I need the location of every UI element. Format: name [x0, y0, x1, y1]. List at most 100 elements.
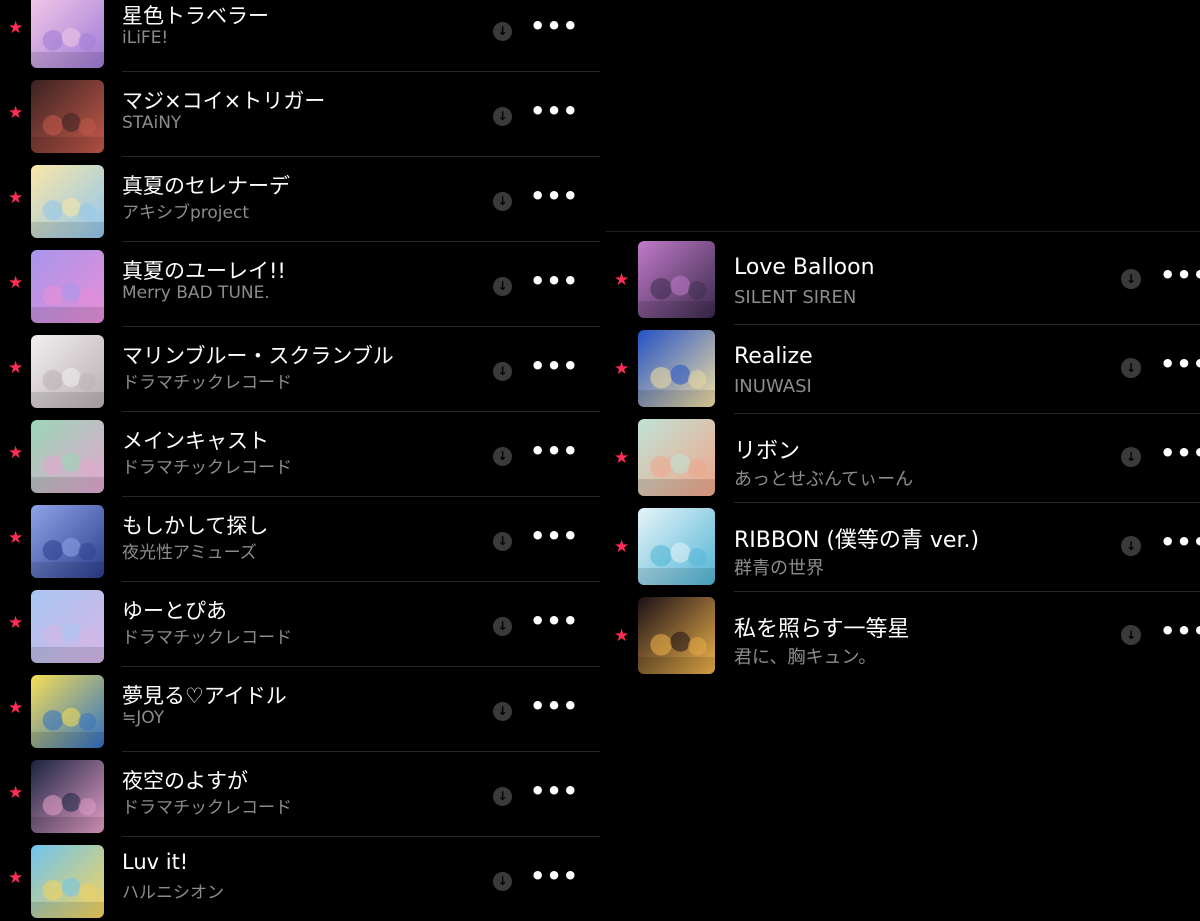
album-artwork	[31, 165, 104, 238]
song-row[interactable]: ★ メインキャストドラマチックレコード ↓ •••	[0, 411, 600, 497]
more-options-button[interactable]: •••	[530, 267, 579, 295]
artist-name: アキシブproject	[122, 203, 250, 223]
song-row[interactable]: ★ 星色トラベラー iLiFE! ↓ •••	[0, 0, 600, 72]
artist-name: iLiFE!	[122, 28, 169, 48]
download-icon[interactable]: ↓	[1121, 447, 1141, 467]
download-icon[interactable]: ↓	[1121, 536, 1141, 556]
more-options-button[interactable]: •••	[530, 692, 579, 720]
download-icon[interactable]: ↓	[1121, 358, 1141, 378]
artist-name: 群青の世界	[734, 558, 824, 579]
song-title: マリンブルー・スクランブル	[122, 344, 394, 368]
song-title: RIBBON (僕等の青 ver.)	[734, 528, 980, 553]
artist-name: 夜光性アミューズ	[122, 543, 257, 563]
more-options-button[interactable]: •••	[530, 437, 579, 465]
more-options-button[interactable]: •••	[1160, 439, 1200, 467]
star-icon: ★	[8, 698, 24, 718]
song-row[interactable]: ★ 私を照らす一等星君に、胸キュン。 ↓ •••	[606, 593, 1200, 682]
star-icon: ★	[614, 537, 630, 557]
row-divider	[734, 324, 1200, 325]
more-options-button[interactable]: •••	[530, 182, 579, 210]
more-options-button[interactable]: •••	[1160, 350, 1200, 378]
song-title: 夜空のよすが	[122, 769, 248, 793]
artist-name: ドラマチックレコード	[122, 458, 292, 478]
more-options-button[interactable]: •••	[1160, 528, 1200, 556]
album-artwork	[638, 241, 715, 318]
album-artwork	[31, 760, 104, 833]
more-options-button[interactable]: •••	[530, 862, 579, 890]
star-icon: ★	[614, 448, 630, 468]
song-title: 真夏のセレナーデ	[122, 174, 290, 198]
song-row[interactable]: ★ 真夏のユーレイ!! Merry BAD TUNE. ↓ •••	[0, 241, 600, 327]
more-options-button[interactable]: •••	[530, 97, 579, 125]
album-artwork	[638, 419, 715, 496]
download-icon[interactable]: ↓	[493, 702, 512, 721]
more-options-button[interactable]: •••	[530, 12, 579, 40]
song-title: 星色トラベラー	[122, 4, 269, 28]
list-top-divider	[606, 231, 1200, 232]
artist-name: あっとせぶんてぃーん	[734, 469, 914, 490]
song-row[interactable]: ★ ゆーとぴあ ドラマチックレコード ↓ •••	[0, 581, 600, 667]
song-row[interactable]: ★ RIBBON (僕等の青 ver.) 群青の世界 ↓ •••	[606, 504, 1200, 593]
song-row[interactable]: ★ 夜空のよすが ドラマチックレコード ↓ •••	[0, 751, 600, 837]
album-artwork	[31, 250, 104, 323]
song-row[interactable]: ★ 真夏のセレナーデアキシブproject ↓ •••	[0, 156, 600, 242]
download-icon[interactable]: ↓	[493, 107, 512, 126]
download-icon[interactable]: ↓	[493, 447, 512, 466]
artist-name: ≒JOY	[122, 708, 165, 728]
album-artwork	[638, 597, 715, 674]
download-icon[interactable]: ↓	[493, 787, 512, 806]
more-options-button[interactable]: •••	[530, 522, 579, 550]
download-icon[interactable]: ↓	[493, 192, 512, 211]
song-row[interactable]: ★ リボンあっとせぶんてぃーん ↓ •••	[606, 415, 1200, 504]
artist-name: STAiNY	[122, 113, 182, 133]
artist-name: 君に、胸キュン。	[734, 647, 877, 668]
artist-name: ドラマチックレコード	[122, 373, 292, 393]
artist-name: SILENT SIREN	[734, 287, 857, 308]
album-artwork	[31, 420, 104, 493]
download-icon[interactable]: ↓	[1121, 269, 1141, 289]
song-row[interactable]: ★ Luv it! ハルニシオン ↓ •••	[0, 836, 600, 921]
download-icon[interactable]: ↓	[493, 277, 512, 296]
download-icon[interactable]: ↓	[493, 22, 512, 41]
star-icon: ★	[8, 18, 24, 38]
album-artwork	[638, 508, 715, 585]
star-icon: ★	[8, 443, 24, 463]
song-title: リボン	[734, 439, 801, 464]
more-options-button[interactable]: •••	[530, 777, 579, 805]
song-title: もしかして探し	[122, 514, 269, 538]
song-title: ゆーとぴあ	[122, 599, 227, 623]
more-options-button[interactable]: •••	[530, 607, 579, 635]
more-options-button[interactable]: •••	[1160, 617, 1200, 645]
download-icon[interactable]: ↓	[493, 362, 512, 381]
star-icon: ★	[8, 358, 24, 378]
album-artwork	[638, 330, 715, 407]
album-artwork	[31, 845, 104, 918]
song-title: メインキャスト	[122, 429, 269, 453]
artist-name: ドラマチックレコード	[122, 798, 292, 818]
song-row[interactable]: ★ Love Balloon SILENT SIREN ↓ •••	[606, 237, 1200, 326]
star-icon: ★	[614, 359, 630, 379]
more-options-button[interactable]: •••	[530, 352, 579, 380]
song-title: 夢見る♡アイドル	[122, 684, 287, 708]
star-icon: ★	[8, 273, 24, 293]
download-icon[interactable]: ↓	[1121, 625, 1141, 645]
download-icon[interactable]: ↓	[493, 532, 512, 551]
artist-name: INUWASI	[734, 376, 812, 397]
download-icon[interactable]: ↓	[493, 617, 512, 636]
row-divider	[734, 413, 1200, 414]
download-icon[interactable]: ↓	[493, 872, 512, 891]
more-options-button[interactable]: •••	[1160, 261, 1200, 289]
star-icon: ★	[614, 626, 630, 646]
star-icon: ★	[8, 188, 24, 208]
artist-name: Merry BAD TUNE.	[122, 283, 270, 303]
song-row[interactable]: ★ マジ×コイ×トリガー STAiNY ↓ •••	[0, 71, 600, 157]
row-divider	[734, 502, 1200, 503]
song-title: Love Balloon	[734, 255, 875, 280]
song-row[interactable]: ★ Realize INUWASI ↓ •••	[606, 326, 1200, 415]
star-icon: ★	[8, 613, 24, 633]
song-title: 真夏のユーレイ!!	[122, 259, 286, 283]
song-row[interactable]: ★ 夢見る♡アイドル ≒JOY ↓ •••	[0, 666, 600, 752]
song-row[interactable]: ★ もしかして探し 夜光性アミューズ ↓ •••	[0, 496, 600, 582]
song-row[interactable]: ★ マリンブルー・スクランブルドラマチックレコード ↓ •••	[0, 326, 600, 412]
album-artwork	[31, 590, 104, 663]
